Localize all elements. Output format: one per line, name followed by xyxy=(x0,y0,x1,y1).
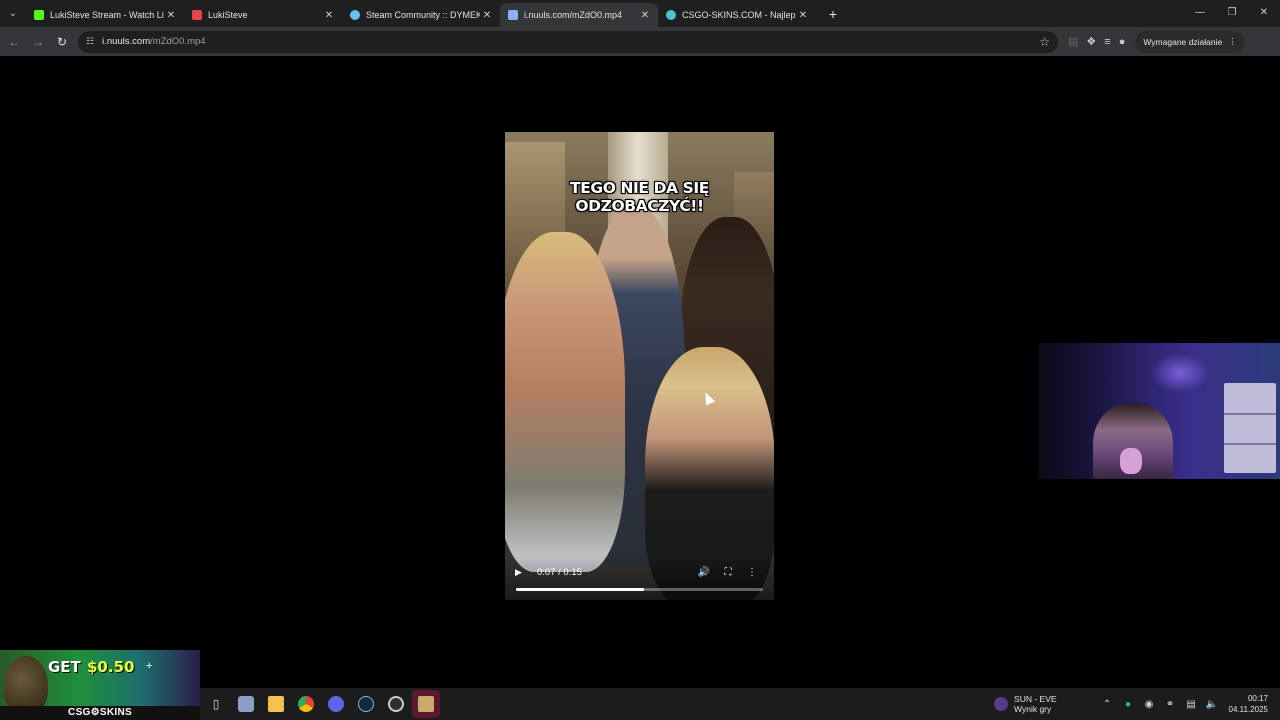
volume-icon[interactable]: 🔊 xyxy=(692,567,716,578)
youtube-favicon-icon xyxy=(192,10,202,20)
game-subtitle: Wynik gry xyxy=(1014,704,1052,714)
tab-close-icon[interactable]: ✕ xyxy=(638,10,652,21)
csgo-skins-favicon-icon xyxy=(666,10,676,20)
sponsor-ad-banner: GET $0.50 + CSG⚙SKINS xyxy=(0,650,200,720)
game-title: SUN - EVE xyxy=(1014,694,1057,704)
clock-date: 04.11.2025 xyxy=(1228,705,1268,714)
tray-chevron-up-icon[interactable]: ⌃ xyxy=(1097,699,1118,710)
tab-lukisteve[interactable]: LukiSteve ✕ xyxy=(184,3,342,27)
clock-time: 00:17 xyxy=(1247,694,1268,703)
tab-csgo-skins[interactable]: CSGO-SKINS.COM - Najlepsze ✕ xyxy=(658,3,816,27)
webcam-background-light xyxy=(1150,353,1210,393)
play-icon[interactable]: ▶ xyxy=(515,567,527,578)
new-tab-plus-icon[interactable]: + xyxy=(822,3,844,25)
tab-close-icon[interactable]: ✕ xyxy=(322,10,336,21)
window-controls: — ❐ ✕ xyxy=(1184,0,1280,27)
tray-network-icon[interactable]: ▤ xyxy=(1181,699,1202,710)
url-path: /mZdO0.mp4 xyxy=(150,36,206,47)
tab-strip: ⌄ LukiSteve Stream - Watch Live o ✕ Luki… xyxy=(0,0,1280,27)
reading-list-icon[interactable]: ≡ xyxy=(1104,36,1110,48)
bookmark-star-icon[interactable]: ☆ xyxy=(1039,35,1050,49)
tab-title: i.nuuls.com/mZdO0.mp4 xyxy=(524,10,623,20)
taskbar-clock[interactable]: 00:17 04.11.2025 xyxy=(1229,693,1268,715)
game-badge-icon xyxy=(994,697,1009,711)
webcam-overlay xyxy=(1038,343,1280,479)
chrome-icon[interactable] xyxy=(292,690,320,718)
video-player[interactable]: TEGO NIE DA SIĘ ODZOBACZYĆ!! ▶ 0:07 / 0:… xyxy=(505,132,774,600)
forward-arrow-icon[interactable]: → xyxy=(26,30,50,54)
game-widget[interactable]: SUN - EVE Wynik gry xyxy=(994,694,1057,714)
browser-toolbar: ← → ↻ ☷ i.nuuls.com/mZdO0.mp4 ☆ ▤ ❖ ≡ ● … xyxy=(0,27,1280,56)
video-controls: ▶ 0:07 / 0:15 🔊 ⛶ ⋮ xyxy=(505,556,774,600)
webcam-background-shelf xyxy=(1224,383,1276,473)
steam-icon[interactable] xyxy=(352,690,380,718)
tab-close-icon[interactable]: ✕ xyxy=(796,10,810,21)
discord-icon[interactable] xyxy=(322,690,350,718)
ad-brand: CSG⚙SKINS xyxy=(0,706,200,720)
tray-speaker-icon[interactable]: 🔈 xyxy=(1202,699,1223,710)
steam-favicon-icon xyxy=(350,10,360,20)
system-tray: SUN - EVE Wynik gry ⌃ ● ◉ ⚭ ▤ 🔈 00:17 04… xyxy=(994,688,1280,720)
snipping-tool-icon[interactable] xyxy=(232,690,260,718)
tray-microphone-icon[interactable]: ⚭ xyxy=(1160,699,1181,710)
tab-search-chevron-icon[interactable]: ⌄ xyxy=(0,0,26,27)
tray-steam-icon[interactable]: ◉ xyxy=(1139,699,1160,710)
file-explorer-icon[interactable] xyxy=(262,690,290,718)
tab-close-icon[interactable]: ✕ xyxy=(480,10,494,21)
ad-plus-icon: + xyxy=(146,660,153,672)
video-progress-fill xyxy=(516,588,645,591)
required-action-button[interactable]: Wymagane działanie ⋮ xyxy=(1135,30,1245,53)
address-bar[interactable]: ☷ i.nuuls.com/mZdO0.mp4 ☆ xyxy=(78,30,1058,53)
minimize-icon[interactable]: — xyxy=(1184,0,1216,24)
league-client-icon[interactable] xyxy=(412,690,440,718)
tab-video-active[interactable]: i.nuuls.com/mZdO0.mp4 ✕ xyxy=(500,3,658,27)
back-arrow-icon[interactable]: ← xyxy=(2,30,26,54)
tab-title: LukiSteve xyxy=(208,10,248,20)
tab-kick-stream[interactable]: LukiSteve Stream - Watch Live o ✕ xyxy=(26,3,184,27)
site-info-icon[interactable]: ☷ xyxy=(86,36,94,47)
tab-title: LukiSteve Stream - Watch Live o xyxy=(50,10,164,20)
video-progress-bar[interactable] xyxy=(516,588,763,591)
page-favicon-icon xyxy=(508,10,518,20)
task-view-icon[interactable]: ▯ xyxy=(202,690,230,718)
kebab-menu-icon[interactable]: ⋮ xyxy=(1228,36,1237,47)
close-window-icon[interactable]: ✕ xyxy=(1248,0,1280,24)
profile-avatar-icon[interactable]: ● xyxy=(1119,36,1126,48)
extensions-puzzle-icon[interactable]: ❖ xyxy=(1086,35,1096,48)
obs-icon[interactable] xyxy=(382,690,410,718)
windows-taskbar: ▯ SUN - EVE Wynik gry ⌃ ● ◉ ⚭ ▤ 🔈 00:17 … xyxy=(200,688,1280,720)
video-caption: TEGO NIE DA SIĘ ODZOBACZYĆ!! xyxy=(570,179,709,215)
tab-title: CSGO-SKINS.COM - Najlepsze xyxy=(682,10,796,20)
video-frame-figure xyxy=(505,232,625,572)
required-action-label: Wymagane działanie xyxy=(1143,36,1223,47)
url-host: i.nuuls.com xyxy=(102,36,151,47)
kick-favicon-icon xyxy=(34,10,44,20)
ad-get-label: GET xyxy=(48,658,81,676)
more-options-icon[interactable]: ⋮ xyxy=(740,567,764,578)
restore-icon[interactable]: ❐ xyxy=(1216,0,1248,24)
fullscreen-icon[interactable]: ⛶ xyxy=(716,567,740,578)
cast-icon[interactable]: ▤ xyxy=(1068,35,1078,48)
ad-amount: $0.50 xyxy=(87,658,135,676)
tab-title: Steam Community :: DYMEK xyxy=(366,10,480,20)
reload-icon[interactable]: ↻ xyxy=(50,30,74,54)
tray-status-dot-icon[interactable]: ● xyxy=(1118,699,1139,710)
tab-steam-community[interactable]: Steam Community :: DYMEK ✕ xyxy=(342,3,500,27)
webcam-streamer-hand xyxy=(1120,448,1142,474)
tab-close-icon[interactable]: ✕ xyxy=(164,10,178,21)
video-time: 0:07 / 0:15 xyxy=(537,566,582,578)
